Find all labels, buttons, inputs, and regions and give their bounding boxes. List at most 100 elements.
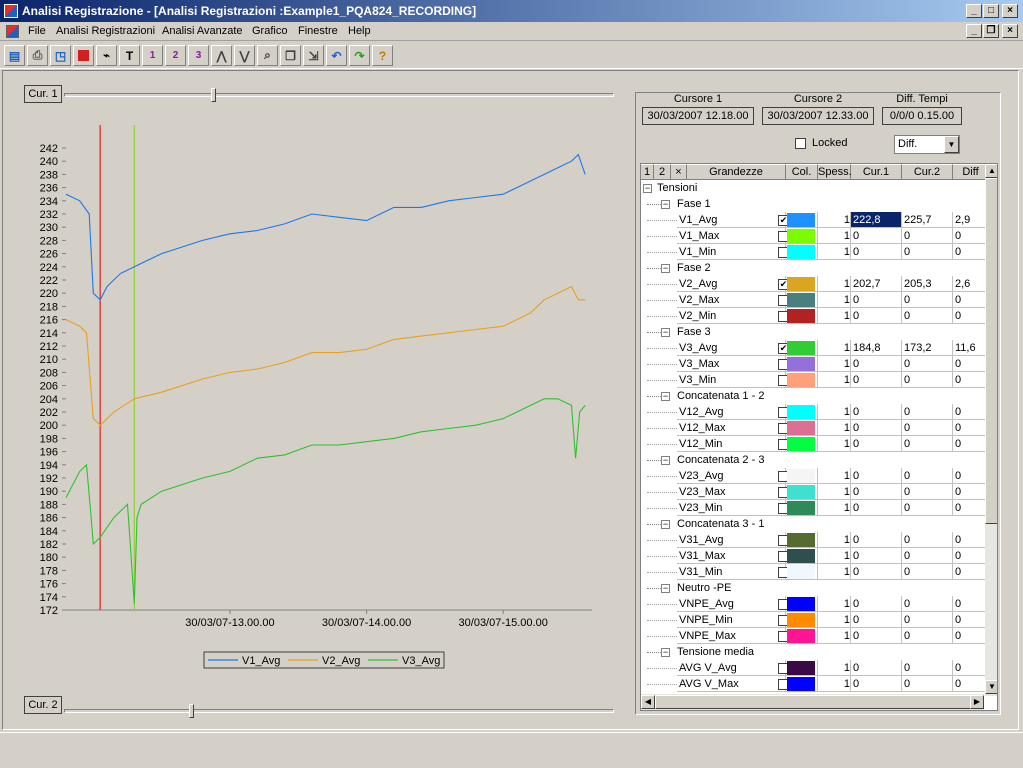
color-cell[interactable] <box>786 660 818 676</box>
variable-row[interactable]: AVG V_Avg 1 0 0 0 <box>641 660 989 676</box>
color-swatch[interactable] <box>787 421 815 435</box>
color-cell[interactable] <box>786 676 818 692</box>
collapse-icon[interactable]: − <box>661 264 670 273</box>
color-swatch[interactable] <box>787 277 815 291</box>
color-cell[interactable] <box>786 228 818 244</box>
print-icon[interactable]: ⎙ <box>27 45 48 66</box>
scroll-left-icon[interactable]: ◀ <box>641 695 655 709</box>
locked-checkbox[interactable] <box>795 138 806 149</box>
color-swatch[interactable] <box>787 677 815 691</box>
color-swatch[interactable] <box>787 437 815 451</box>
color-swatch[interactable] <box>787 245 815 259</box>
color-swatch[interactable] <box>787 597 815 611</box>
color-swatch[interactable] <box>787 213 815 227</box>
color-swatch[interactable] <box>787 485 815 499</box>
child-restore-button[interactable]: ❐ <box>983 24 999 38</box>
column-header[interactable]: Cur.1 <box>851 164 902 180</box>
color-cell[interactable] <box>786 436 818 452</box>
variable-row[interactable]: V2_Avg ✔ 1 202,7 205,3 2,6 <box>641 276 989 292</box>
close-button[interactable]: × <box>1002 4 1018 18</box>
maximize-button[interactable]: □ <box>983 4 999 18</box>
column-header[interactable]: × <box>671 164 687 180</box>
menu-file[interactable]: File <box>24 22 50 41</box>
child-minimize-button[interactable]: _ <box>966 24 982 38</box>
variable-row[interactable]: V23_Max 1 0 0 0 <box>641 484 989 500</box>
tree-subgroup-row[interactable]: − Neutro -PE <box>641 580 985 596</box>
variable-row[interactable]: VNPE_Max 1 0 0 0 <box>641 628 989 644</box>
collapse-icon[interactable]: − <box>661 584 670 593</box>
color-cell[interactable] <box>786 404 818 420</box>
menu-analisi-registrazioni[interactable]: Analisi Registrazioni <box>52 22 159 41</box>
color-swatch[interactable] <box>787 565 815 579</box>
chevron-down-icon[interactable]: ▼ <box>944 136 959 153</box>
color-cell[interactable] <box>786 612 818 628</box>
color-cell[interactable] <box>786 484 818 500</box>
horizontal-scrollbar[interactable]: ◀ ▶ <box>641 694 984 710</box>
marker1-icon[interactable]: 1 <box>142 45 163 66</box>
color-swatch[interactable] <box>787 533 815 547</box>
column-header[interactable]: Grandezze <box>687 164 786 180</box>
child-close-button[interactable]: × <box>1002 24 1018 38</box>
collapse-icon[interactable]: − <box>661 200 670 209</box>
document-icon[interactable] <box>6 25 19 38</box>
collapse-icon[interactable]: − <box>661 392 670 401</box>
tree-subgroup-row[interactable]: − Concatenata 2 - 3 <box>641 452 985 468</box>
variable-row[interactable]: V31_Max 1 0 0 0 <box>641 548 989 564</box>
copy-icon[interactable]: ❐ <box>280 45 301 66</box>
export-icon[interactable]: ⇲ <box>303 45 324 66</box>
undo-icon[interactable]: ↶ <box>326 45 347 66</box>
color-cell[interactable] <box>786 308 818 324</box>
column-header[interactable]: 2 <box>654 164 671 180</box>
variable-row[interactable]: VNPE_Min 1 0 0 0 <box>641 612 989 628</box>
color-cell[interactable] <box>786 276 818 292</box>
cursor2-thumb[interactable] <box>189 704 195 718</box>
tree-subgroup-row[interactable]: − Fase 1 <box>641 196 985 212</box>
tree-subgroup-row[interactable]: − Concatenata 1 - 2 <box>641 388 985 404</box>
variable-row[interactable]: V3_Max 1 0 0 0 <box>641 356 989 372</box>
cursor2-slider[interactable] <box>64 709 614 713</box>
minimize-button[interactable]: _ <box>966 4 982 18</box>
column-header[interactable]: 1 <box>641 164 654 180</box>
color-swatch[interactable] <box>787 405 815 419</box>
variable-row[interactable]: AVG V_Max 1 0 0 0 <box>641 676 989 692</box>
menu-grafico[interactable]: Grafico <box>248 22 291 41</box>
collapse-icon[interactable]: − <box>661 456 670 465</box>
color-swatch[interactable] <box>787 549 815 563</box>
color-cell[interactable] <box>786 372 818 388</box>
color-cell[interactable] <box>786 420 818 436</box>
color-swatch[interactable] <box>787 469 815 483</box>
scroll-down-icon[interactable]: ▼ <box>985 680 997 694</box>
column-header[interactable]: Spess. <box>818 164 852 180</box>
color-cell[interactable] <box>786 500 818 516</box>
variable-row[interactable]: V31_Avg 1 0 0 0 <box>641 532 989 548</box>
menu-finestre[interactable]: Finestre <box>294 22 342 41</box>
tree-subgroup-row[interactable]: − Concatenata 3 - 1 <box>641 516 985 532</box>
tree-subgroup-row[interactable]: − Fase 2 <box>641 260 985 276</box>
menu-help[interactable]: Help <box>344 22 375 41</box>
color-cell[interactable] <box>786 532 818 548</box>
collapse-icon[interactable]: − <box>661 520 670 529</box>
color-swatch[interactable] <box>787 229 815 243</box>
variable-row[interactable]: V2_Max 1 0 0 0 <box>641 292 989 308</box>
peak-icon[interactable]: ⋀ <box>211 45 232 66</box>
variable-row[interactable]: V1_Max 1 0 0 0 <box>641 228 989 244</box>
redo-icon[interactable]: ↷ <box>349 45 370 66</box>
variable-row[interactable]: V12_Min 1 0 0 0 <box>641 436 989 452</box>
variable-row[interactable]: V3_Min 1 0 0 0 <box>641 372 989 388</box>
horizontal-scroll-thumb[interactable] <box>655 695 978 709</box>
color-swatch[interactable] <box>787 661 815 675</box>
color-cell[interactable] <box>786 596 818 612</box>
variable-row[interactable]: V2_Min 1 0 0 0 <box>641 308 989 324</box>
variable-row[interactable]: V3_Avg ✔ 1 184,8 173,2 11,6 <box>641 340 989 356</box>
color-swatch[interactable] <box>787 341 815 355</box>
cursor1-slider[interactable] <box>64 93 614 97</box>
collapse-icon[interactable]: − <box>661 328 670 337</box>
color-cell[interactable] <box>786 244 818 260</box>
variable-row[interactable]: V12_Max 1 0 0 0 <box>641 420 989 436</box>
color-swatch[interactable] <box>787 629 815 643</box>
color-cell[interactable] <box>786 564 818 580</box>
variable-row[interactable]: V12_Avg 1 0 0 0 <box>641 404 989 420</box>
color-swatch[interactable] <box>787 501 815 515</box>
help-icon[interactable]: ? <box>372 45 393 66</box>
open-icon[interactable]: ▤ <box>4 45 25 66</box>
